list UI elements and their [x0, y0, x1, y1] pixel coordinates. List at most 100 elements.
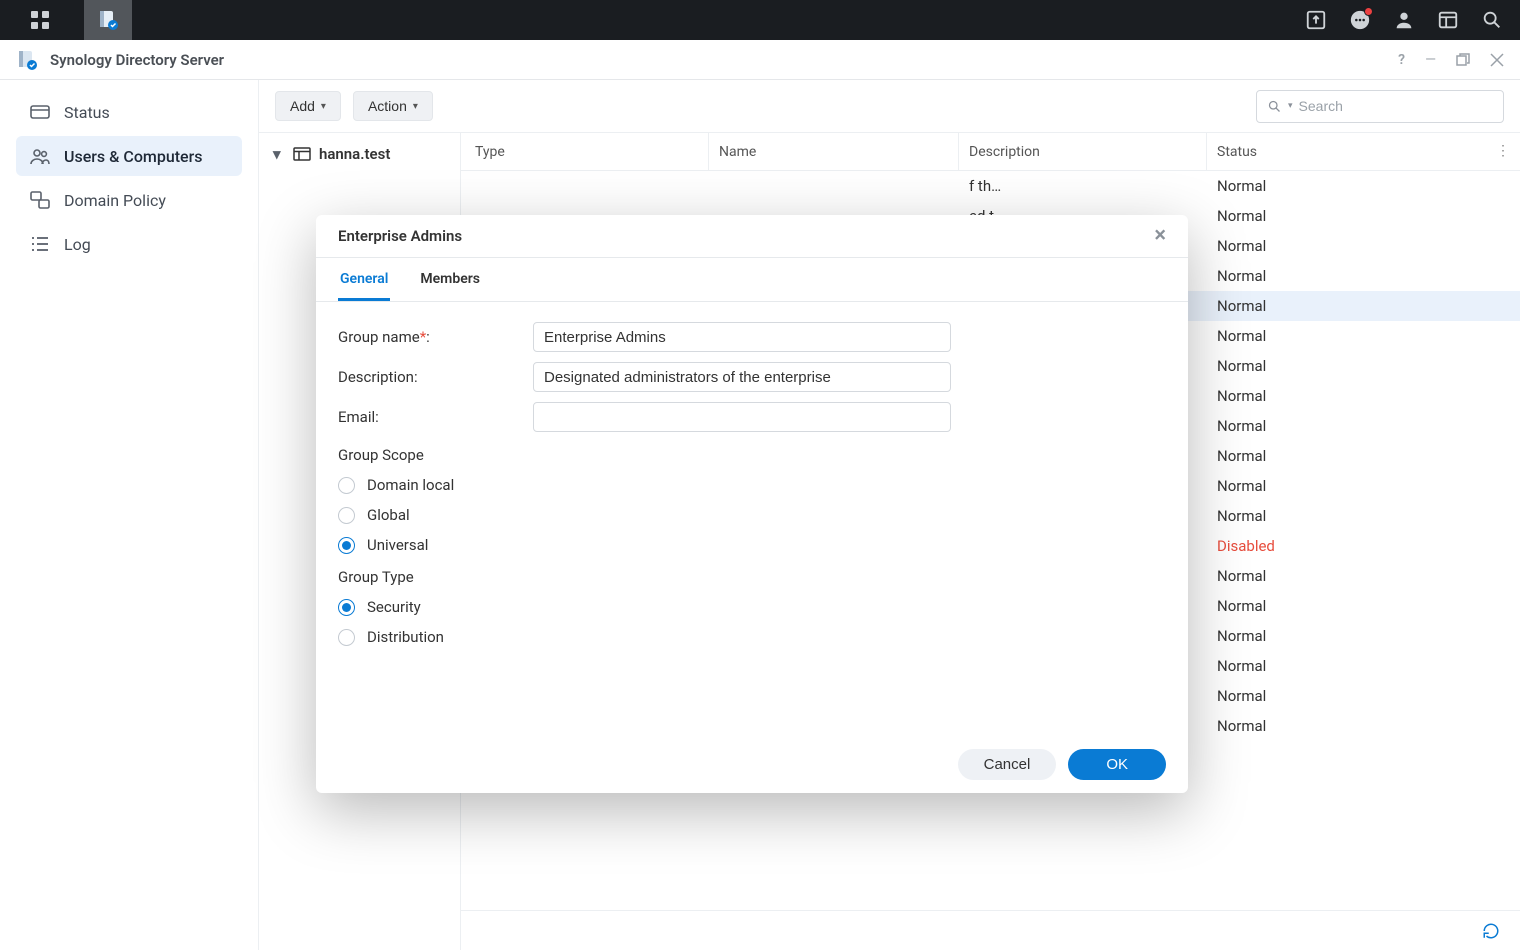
refresh-icon[interactable] [1482, 922, 1500, 940]
window-header: Synology Directory Server ? — [0, 40, 1520, 80]
cell-status: Normal [1207, 717, 1520, 735]
radio-icon [338, 599, 355, 616]
domain-icon [293, 147, 311, 161]
app-launcher-icon[interactable] [16, 0, 64, 40]
table-row[interactable]: f th…Normal [461, 171, 1520, 201]
group-scope-option[interactable]: Global [338, 506, 1166, 524]
group-name-label: Group name*: [338, 328, 533, 346]
group-scope-option-label: Global [367, 506, 410, 524]
cell-status: Normal [1207, 297, 1520, 315]
search-input[interactable] [1299, 98, 1493, 114]
cell-status: Normal [1207, 387, 1520, 405]
search-caret-icon: ▾ [1288, 101, 1293, 111]
tab-general[interactable]: General [338, 259, 390, 301]
dialog-body: Group name*: Description: Email: Group S… [316, 302, 1188, 735]
add-button-label: Add [290, 98, 315, 114]
dialog-close-icon[interactable]: × [1154, 225, 1166, 247]
upload-tray-icon[interactable] [1304, 8, 1328, 32]
toolbar: Add ▾ Action ▾ ▾ [259, 80, 1520, 132]
radio-icon [338, 629, 355, 646]
sidebar-item-users-computers[interactable]: Users & Computers [16, 136, 242, 176]
cell-status: Normal [1207, 357, 1520, 375]
group-scope-title: Group Scope [338, 446, 1166, 464]
dialog-header: Enterprise Admins × [316, 215, 1188, 257]
sidebar-item-log[interactable]: Log [16, 224, 242, 264]
widgets-icon[interactable] [1436, 8, 1460, 32]
cell-status: Normal [1207, 567, 1520, 585]
window-title: Synology Directory Server [50, 51, 224, 69]
cell-status: Normal [1207, 627, 1520, 645]
dialog-tabs: General Members [316, 257, 1188, 302]
cell-status: Normal [1207, 417, 1520, 435]
col-header-status[interactable]: Status [1207, 133, 1492, 170]
sidebar: Status Users & Computers Domain Policy L… [0, 80, 259, 950]
domain-policy-icon [30, 190, 50, 210]
radio-icon [338, 507, 355, 524]
app-window-icon [16, 49, 38, 71]
cell-status: Normal [1207, 507, 1520, 525]
cell-status: Normal [1207, 477, 1520, 495]
cell-status: Normal [1207, 657, 1520, 675]
search-box[interactable]: ▾ [1256, 90, 1504, 123]
col-header-type[interactable]: Type [461, 133, 709, 170]
close-icon[interactable] [1490, 53, 1504, 67]
column-menu-icon[interactable]: ⋮ [1496, 143, 1510, 159]
sidebar-item-label: Status [64, 103, 110, 122]
caret-down-icon: ▾ [413, 101, 418, 112]
group-name-input[interactable] [533, 322, 951, 352]
sidebar-item-status[interactable]: Status [16, 92, 242, 132]
cell-status: Normal [1207, 207, 1520, 225]
dialog-title: Enterprise Admins [338, 227, 462, 245]
group-scope-option[interactable]: Universal [338, 536, 1166, 554]
search-icon [1267, 99, 1282, 114]
description-label: Description: [338, 368, 533, 386]
email-input[interactable] [533, 402, 951, 432]
tab-members[interactable]: Members [418, 259, 482, 301]
description-input[interactable] [533, 362, 951, 392]
action-button-label: Action [368, 98, 407, 114]
group-type-option-label: Security [367, 598, 421, 616]
tree-root-label: hanna.test [319, 145, 390, 163]
dialog-footer: Cancel OK [316, 735, 1188, 793]
group-scope-option[interactable]: Domain local [338, 476, 1166, 494]
group-type-option[interactable]: Distribution [338, 628, 1166, 646]
search-system-icon[interactable] [1480, 8, 1504, 32]
tree-root-node[interactable]: ▾ hanna.test [271, 141, 448, 167]
group-type-title: Group Type [338, 568, 1166, 586]
cell-status: Normal [1207, 237, 1520, 255]
group-type-option[interactable]: Security [338, 598, 1166, 616]
table-header: Type Name Description Status ⋮ [461, 133, 1520, 171]
sidebar-item-label: Users & Computers [64, 147, 203, 166]
group-type-option-label: Distribution [367, 628, 444, 646]
table-footer [461, 910, 1520, 950]
status-icon [30, 102, 50, 122]
group-scope-option-label: Universal [367, 536, 428, 554]
group-scope-option-label: Domain local [367, 476, 454, 494]
ok-button[interactable]: OK [1068, 749, 1166, 780]
minimize-icon[interactable]: — [1425, 52, 1436, 68]
log-icon [30, 234, 50, 254]
help-icon[interactable]: ? [1398, 52, 1405, 68]
cell-status: Normal [1207, 597, 1520, 615]
directory-app-icon[interactable] [84, 0, 132, 40]
cell-status: Normal [1207, 267, 1520, 285]
cell-status: Normal [1207, 687, 1520, 705]
chat-icon[interactable] [1348, 8, 1372, 32]
cancel-button[interactable]: Cancel [958, 749, 1057, 780]
chevron-down-icon: ▾ [273, 145, 285, 163]
col-header-description[interactable]: Description [959, 133, 1207, 170]
sidebar-item-domain-policy[interactable]: Domain Policy [16, 180, 242, 220]
maximize-icon[interactable] [1456, 53, 1470, 67]
email-label: Email: [338, 408, 533, 426]
user-icon[interactable] [1392, 8, 1416, 32]
cell-status: Normal [1207, 327, 1520, 345]
system-bar [0, 0, 1520, 40]
cell-status: Disabled [1207, 537, 1520, 555]
caret-down-icon: ▾ [321, 101, 326, 112]
sidebar-item-label: Domain Policy [64, 191, 166, 210]
add-button[interactable]: Add ▾ [275, 91, 341, 121]
radio-icon [338, 477, 355, 494]
col-header-name[interactable]: Name [709, 133, 959, 170]
sidebar-item-label: Log [64, 235, 91, 254]
action-button[interactable]: Action ▾ [353, 91, 433, 121]
